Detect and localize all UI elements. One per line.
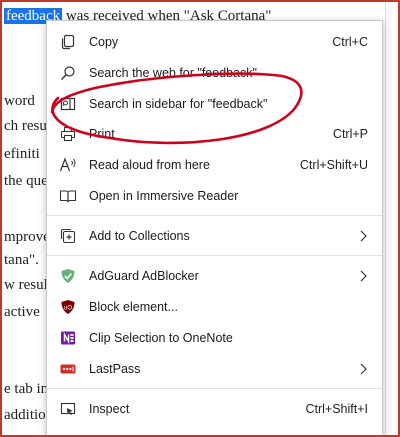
menu-item-immersive-reader[interactable]: Open in Immersive Reader: [47, 181, 382, 211]
menu-item-onenote[interactable]: Clip Selection to OneNote: [47, 323, 382, 353]
context-menu: Copy Ctrl+C Search the web for "feedback…: [46, 20, 383, 436]
menu-separator: [47, 255, 382, 256]
menu-item-search-sidebar[interactable]: Search in sidebar for "feedback": [47, 89, 382, 119]
menu-item-print[interactable]: Print Ctrl+P: [47, 119, 382, 149]
menu-item-adguard[interactable]: AdGuard AdBlocker: [47, 261, 382, 291]
menu-separator: [47, 215, 382, 216]
page-line: additio: [4, 407, 46, 423]
sidebar-search-icon: [59, 95, 77, 113]
page-line: w resul: [4, 277, 48, 293]
menu-item-read-aloud[interactable]: Read aloud from here Ctrl+Shift+U: [47, 150, 382, 180]
page-line: mprove: [4, 229, 50, 245]
scrollbar[interactable]: [385, 0, 392, 437]
chevron-right-icon: [358, 362, 368, 376]
print-icon: [59, 125, 77, 143]
menu-item-add-to-collections[interactable]: Add to Collections: [47, 221, 382, 251]
page-line: tana".: [4, 252, 39, 268]
page-line: word: [4, 93, 35, 109]
copy-icon: [59, 33, 77, 51]
page-line: ch resul: [4, 118, 52, 134]
menu-item-lastpass[interactable]: LastPass: [47, 354, 382, 384]
svg-text:uO: uO: [64, 306, 72, 312]
block-element-icon: uO: [59, 298, 77, 316]
lastpass-icon: [59, 360, 77, 378]
chevron-right-icon: [358, 229, 368, 243]
menu-item-block-element[interactable]: uO Block element...: [47, 292, 382, 322]
chevron-right-icon: [358, 269, 368, 283]
menu-separator: [47, 388, 382, 389]
immersive-reader-icon: [59, 187, 77, 205]
page-line: efiniti: [4, 146, 40, 162]
search-icon: [59, 64, 77, 82]
menu-item-search-web[interactable]: Search the web for "feedback": [47, 58, 382, 88]
page-line: the que: [4, 173, 48, 189]
page-line: e tab in: [4, 381, 49, 397]
read-aloud-icon: [59, 156, 77, 174]
page-line: active: [4, 304, 40, 320]
menu-item-copy[interactable]: Copy Ctrl+C: [47, 27, 382, 57]
adguard-icon: [59, 267, 77, 285]
menu-item-inspect[interactable]: Inspect Ctrl+Shift+I: [47, 394, 382, 424]
collections-icon: [59, 227, 77, 245]
inspect-icon: [59, 400, 77, 418]
onenote-icon: [59, 329, 77, 347]
